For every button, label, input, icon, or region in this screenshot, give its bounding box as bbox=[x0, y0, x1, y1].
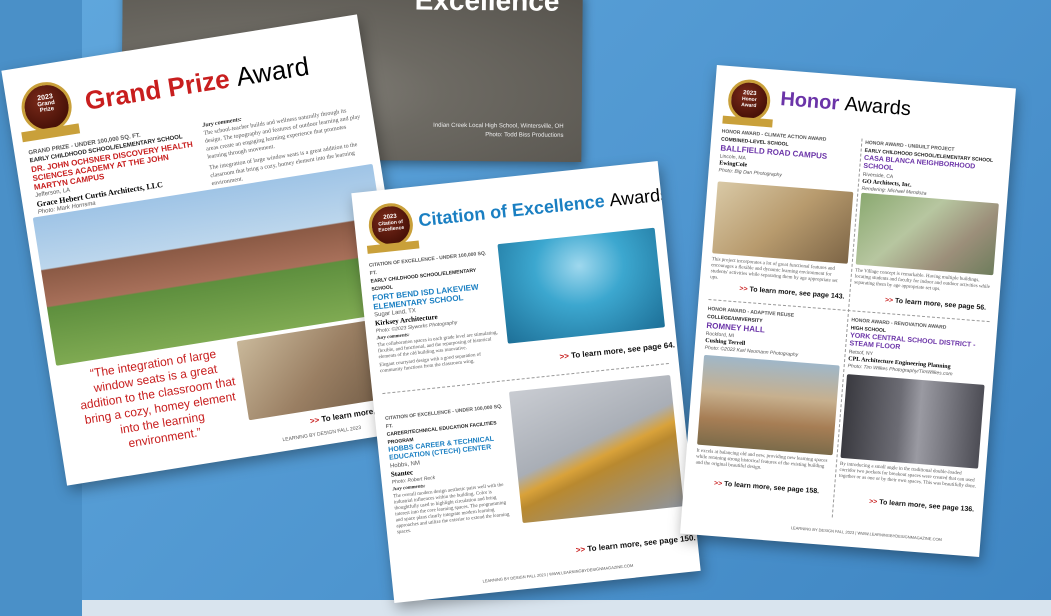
photo-caption-1: Indian Creek Local High School, Wintersv… bbox=[433, 122, 564, 130]
romney-hall-photo bbox=[697, 354, 840, 456]
ballfield-photo bbox=[712, 181, 854, 264]
citation-heading: Citation of Excellence Awards bbox=[417, 184, 670, 231]
bottom-strip bbox=[82, 600, 1051, 616]
honor-learn-more-3[interactable]: >> To learn more, see page 158. bbox=[714, 480, 820, 495]
honor-entry-4: HONOR AWARD - RENOVATION AWARD HIGH SCHO… bbox=[847, 316, 989, 381]
excellence-title: Excellence bbox=[414, 0, 560, 17]
photo-caption-2: Photo: Todd Biss Productions bbox=[485, 132, 564, 139]
honor-footer: LEARNING BY DESIGN FALL 2023 | WWW.LEARN… bbox=[790, 525, 943, 543]
grand-quote: “The integration of large window seats i… bbox=[79, 346, 237, 451]
honor-learn-more-2[interactable]: >> To learn more, see page 56. bbox=[885, 297, 987, 312]
honor-learn-more-4[interactable]: >> To learn more, see page 136. bbox=[869, 498, 975, 513]
citation-entry1-text: CITATION OF EXCELLENCE - UNDER 100,000 S… bbox=[369, 249, 504, 375]
citation-page: 2023 Citation of Excellence Citation of … bbox=[351, 161, 701, 603]
honor-entry-3: HONOR AWARD - ADAPTIVE REUSE COLLEGE/UNI… bbox=[704, 305, 843, 363]
badge-ribbon bbox=[366, 240, 420, 254]
casa-blanca-photo bbox=[855, 192, 999, 276]
heading-plain: Awards bbox=[843, 93, 912, 121]
honor-entry-1: HONOR AWARD - CLIMATE ACTION AWARD COMBI… bbox=[718, 128, 857, 186]
entry-text: This project incorporates a lot of great… bbox=[710, 257, 838, 285]
honor-heading: Honor Awards bbox=[779, 88, 912, 121]
heading-colored: Grand Prize bbox=[82, 63, 232, 116]
lakeview-interior-photo bbox=[497, 227, 666, 344]
york-central-photo bbox=[840, 374, 985, 469]
citation-learn-more-2[interactable]: >> To learn more, see page 150. bbox=[575, 533, 696, 555]
heading-colored: Honor bbox=[779, 88, 840, 115]
citation-entry2-text: CITATION OF EXCELLENCE - UNDER 100,000 S… bbox=[385, 403, 515, 537]
citation-learn-more-1[interactable]: >> To learn more, see page 64. bbox=[559, 340, 675, 361]
heading-plain: Award bbox=[234, 50, 312, 92]
badge-ribbon bbox=[722, 115, 773, 128]
honor-page: 2023 Honor Award Honor Awards HONOR AWAR… bbox=[680, 64, 1016, 558]
hobbs-interior-photo bbox=[508, 374, 684, 524]
grand-prize-heading: Grand Prize Award bbox=[83, 51, 311, 117]
heading-colored: Citation of Excellence bbox=[417, 190, 606, 231]
